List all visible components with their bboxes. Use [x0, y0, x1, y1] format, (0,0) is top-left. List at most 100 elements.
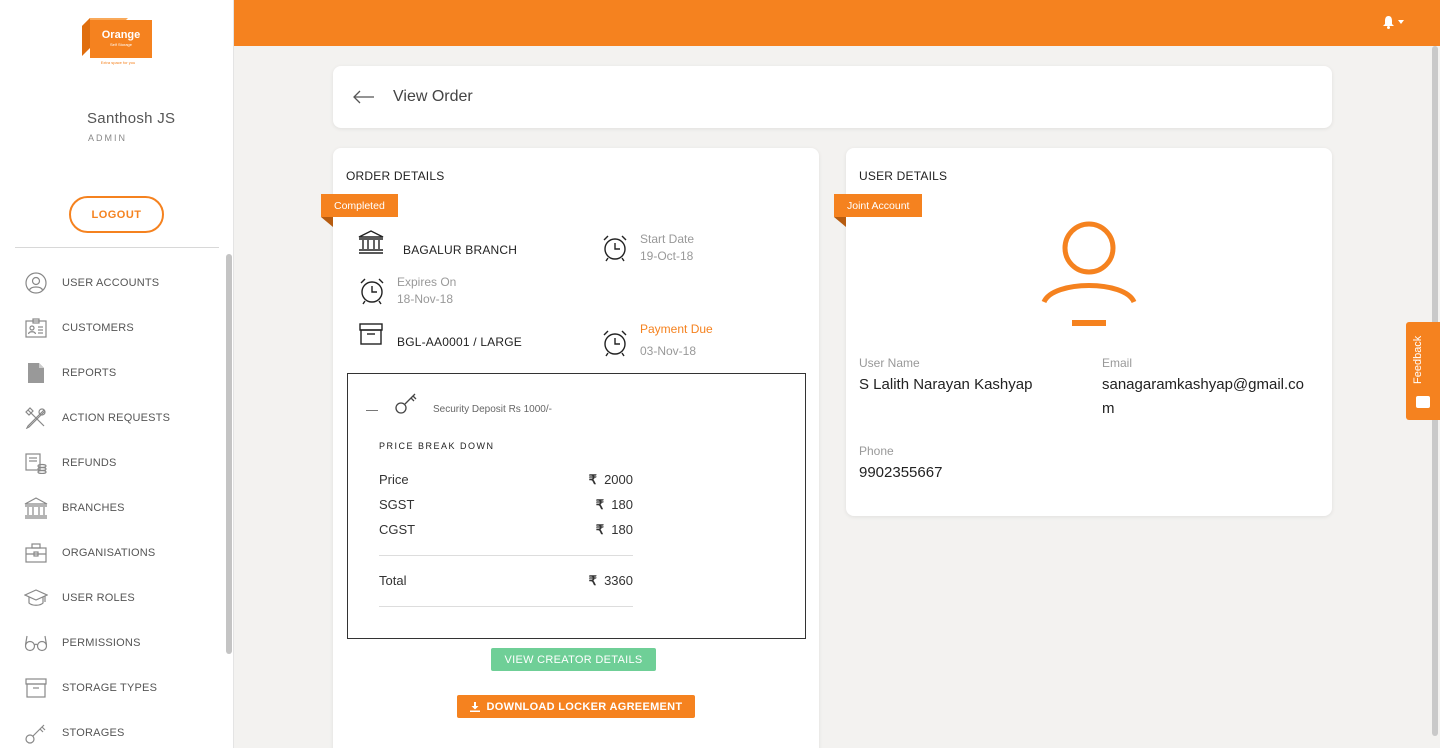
- sidebar-item-refunds[interactable]: REFUNDS: [0, 440, 224, 485]
- account-type-badge: Joint Account: [834, 194, 923, 227]
- sidebar-item-customers[interactable]: CUSTOMERS: [0, 305, 224, 350]
- sidebar-divider: [15, 247, 219, 248]
- collapse-toggle[interactable]: [366, 410, 378, 411]
- rupee-symbol: ₹: [588, 472, 597, 487]
- sidebar-scrollbar[interactable]: [226, 254, 232, 654]
- rupee-symbol: ₹: [595, 522, 605, 537]
- divider: [379, 606, 633, 607]
- orange-logo[interactable]: Orange Self Storage Extra space for you: [80, 18, 152, 66]
- download-locker-agreement-button[interactable]: DOWNLOAD LOCKER AGREEMENT: [457, 695, 695, 718]
- user-avatar-icon: [1041, 221, 1137, 326]
- price-value: 2000: [604, 472, 633, 487]
- payment-due-label: Payment Due: [640, 322, 713, 336]
- start-date-value: 19-Oct-18: [640, 249, 694, 263]
- sidebar-item-user-accounts[interactable]: USER ACCOUNTS: [0, 260, 224, 305]
- user-name: Santhosh JS: [87, 110, 176, 127]
- sidebar-item-label: STORAGE TYPES: [62, 681, 158, 694]
- alarm-clock-icon: [603, 330, 627, 357]
- alarm-clock-icon: [603, 235, 627, 262]
- security-deposit: Security Deposit Rs 1000/-: [433, 404, 552, 415]
- feedback-smile-icon: [1416, 396, 1430, 408]
- alarm-clock-icon: [360, 278, 384, 305]
- user-role: ADMIN: [88, 133, 127, 143]
- chevron-down-icon: [1398, 20, 1404, 24]
- view-creator-details-button[interactable]: VIEW CREATOR DETAILS: [491, 648, 656, 671]
- sgst-value: 180: [611, 497, 633, 512]
- svg-text:Self Storage: Self Storage: [110, 42, 133, 47]
- download-icon: [469, 701, 480, 712]
- page-title: View Order: [393, 88, 473, 105]
- expires-label: Expires On: [397, 275, 457, 289]
- sidebar-item-action-requests[interactable]: ACTION REQUESTS: [0, 395, 224, 440]
- phone-label: Phone: [859, 444, 894, 458]
- notifications-dropdown[interactable]: [1382, 14, 1404, 30]
- back-arrow-icon[interactable]: [353, 90, 375, 104]
- price-row-value: ₹ 180: [596, 497, 633, 513]
- sidebar-item-storages[interactable]: STORAGES: [0, 710, 224, 748]
- sidebar-item-label: USER ROLES: [62, 591, 135, 604]
- sidebar: Orange Self Storage Extra space for you …: [0, 0, 234, 748]
- payment-due-value: 03-Nov-18: [640, 344, 697, 358]
- price-breakdown-panel: Security Deposit Rs 1000/- PRICE BREAK D…: [347, 373, 806, 639]
- price-row: CGST ₹ 180: [379, 522, 633, 537]
- sidebar-item-label: USER ACCOUNTS: [62, 276, 160, 289]
- feedback-tab[interactable]: Feedback: [1406, 322, 1440, 420]
- refund-icon: [24, 451, 48, 475]
- download-label: DOWNLOAD LOCKER AGREEMENT: [486, 700, 683, 713]
- sidebar-item-permissions[interactable]: PERMISSIONS: [0, 620, 224, 665]
- divider: [379, 555, 633, 556]
- bank-icon: [24, 496, 48, 520]
- sidebar-item-reports[interactable]: REPORTS: [0, 350, 224, 395]
- sidebar-item-label: ORGANISATIONS: [62, 546, 156, 559]
- total-row: Total ₹ 3360: [379, 573, 633, 588]
- sidebar-item-organisations[interactable]: ORGANISATIONS: [0, 530, 224, 575]
- price-breakdown-title: PRICE BREAK DOWN: [379, 441, 495, 451]
- sidebar-item-user-roles[interactable]: USER ROLES: [0, 575, 224, 620]
- top-bar: [234, 0, 1440, 46]
- id-card-icon: [24, 316, 48, 340]
- start-date-label: Start Date: [640, 232, 695, 246]
- sidebar-item-branches[interactable]: BRANCHES: [0, 485, 224, 530]
- branch-name: BAGALUR BRANCH: [403, 243, 518, 257]
- key-icon: [24, 721, 48, 745]
- briefcase-icon: [24, 541, 48, 565]
- order-details-card: ORDER DETAILS Completed BAGALUR BRANCH S…: [321, 148, 819, 748]
- bell-icon: [1383, 16, 1394, 29]
- price-row-label: CGST: [379, 522, 416, 537]
- glasses-icon: [24, 631, 48, 655]
- feedback-label: Feedback: [1412, 335, 1424, 384]
- rupee-symbol: ₹: [588, 573, 597, 588]
- rupee-symbol: ₹: [595, 497, 605, 512]
- svg-text:Orange: Orange: [102, 29, 141, 41]
- sidebar-item-label: ACTION REQUESTS: [62, 411, 171, 424]
- sidebar-item-label: REFUNDS: [62, 456, 117, 469]
- logout-button[interactable]: LOGOUT: [69, 196, 164, 233]
- page-header: View Order: [333, 66, 1332, 128]
- sidebar-item-label: CUSTOMERS: [62, 321, 134, 334]
- graduation-cap-icon: [24, 586, 48, 610]
- sidebar-item-label: PERMISSIONS: [62, 636, 141, 649]
- tools-icon: [24, 406, 48, 430]
- price-row: Price ₹ 2000: [379, 472, 633, 487]
- expires-value: 18-Nov-18: [397, 292, 454, 306]
- archive-box-icon: [24, 676, 48, 700]
- email-label: Email: [1102, 356, 1133, 370]
- sidebar-item-storage-types[interactable]: STORAGE TYPES: [0, 665, 224, 710]
- key-icon: [395, 393, 417, 414]
- svg-text:Extra space for you: Extra space for you: [101, 60, 135, 65]
- price-row-value: ₹ 180: [596, 522, 633, 538]
- user-details-card: USER DETAILS Joint Account User Name S L…: [834, 148, 1332, 516]
- price-row-value: ₹ 2000: [589, 472, 633, 488]
- sidebar-item-label: BRANCHES: [62, 501, 125, 514]
- order-details-title: ORDER DETAILS: [346, 169, 445, 183]
- cgst-value: 180: [611, 522, 633, 537]
- price-row: SGST ₹ 180: [379, 497, 633, 512]
- status-badge: Completed: [321, 194, 398, 227]
- user-details-title: USER DETAILS: [859, 169, 948, 183]
- archive-box-icon: [359, 323, 383, 345]
- document-icon: [24, 361, 48, 385]
- email-value-continued: m: [1102, 400, 1115, 417]
- locker-id: BGL-AA0001 / LARGE: [397, 335, 522, 349]
- total-value: 3360: [604, 573, 633, 588]
- username-value: S Lalith Narayan Kashyap: [859, 376, 1033, 393]
